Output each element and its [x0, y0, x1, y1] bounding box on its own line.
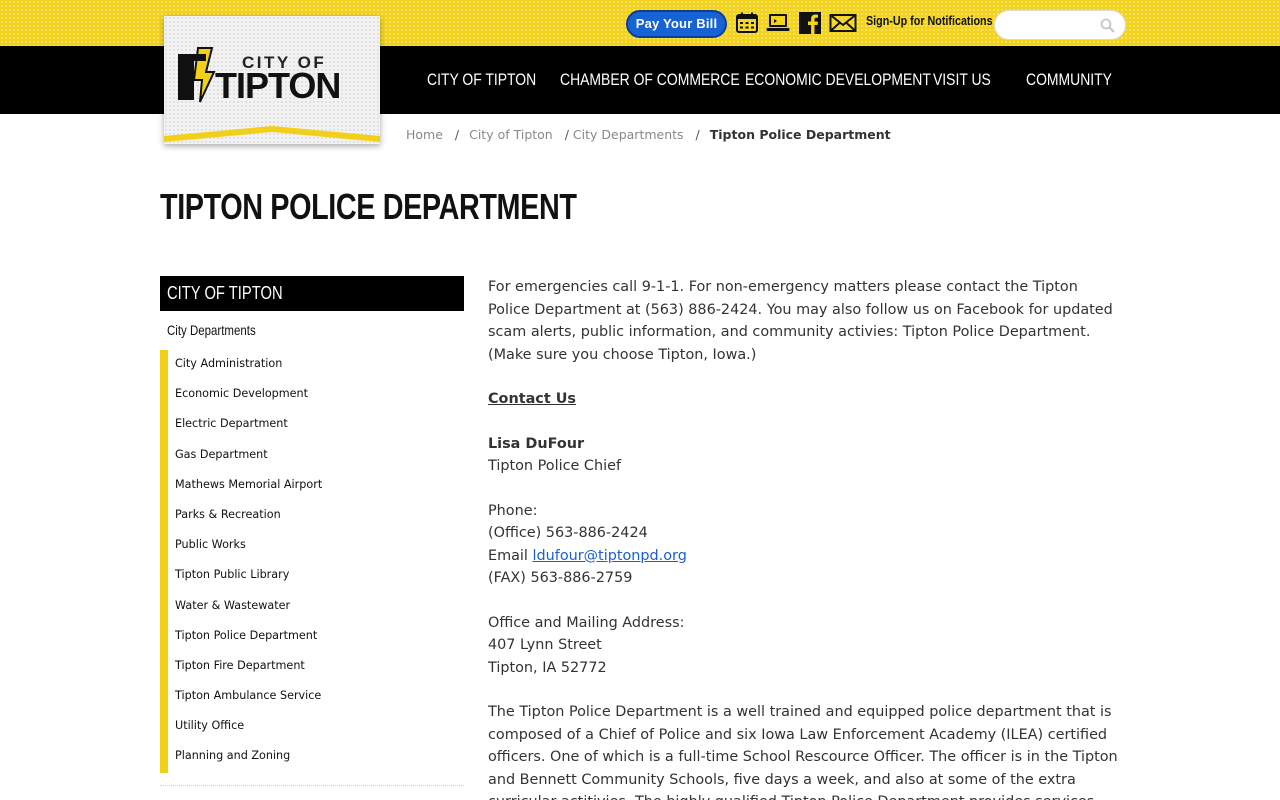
address-label: Office and Mailing Address:: [488, 614, 685, 631]
notifications-link[interactable]: Sign-Up for Notifications: [866, 14, 993, 28]
laptop-icon[interactable]: [766, 12, 790, 34]
site-logo[interactable]: CITY OF TIPTON: [164, 16, 380, 144]
calendar-icon[interactable]: [735, 12, 759, 34]
chief-name: Lisa DuFour: [488, 435, 585, 452]
breadcrumb-home[interactable]: Home: [406, 127, 443, 142]
sidebar-item-water-wastewater[interactable]: Water & Wastewater: [175, 592, 464, 622]
sidebar-item-public-works[interactable]: Public Works: [175, 531, 464, 561]
nav-visit-us[interactable]: Visit Us: [933, 70, 991, 90]
breadcrumb: Home / City of Tipton / City Departments…: [406, 127, 891, 142]
facebook-icon[interactable]: [798, 12, 822, 34]
envelope-icon[interactable]: [829, 12, 857, 34]
breadcrumb-current: Tipton Police Department: [709, 127, 891, 142]
phone-label: Phone:: [488, 502, 538, 519]
search-input[interactable]: [1003, 16, 1099, 34]
nav-city-of-tipton[interactable]: City of Tipton: [427, 70, 536, 90]
sidebar-item-city-administration[interactable]: City Administration: [175, 350, 464, 380]
nav-community[interactable]: Community: [1026, 70, 1112, 90]
page-title: Tipton Police Department: [160, 186, 577, 227]
sidebar-item-parks-recreation[interactable]: Parks & Recreation: [175, 501, 464, 531]
sidebar-item-fire-department[interactable]: Tipton Fire Department: [175, 652, 464, 682]
main-content: For emergencies call 9-1-1. For non-emer…: [488, 276, 1124, 800]
search-box[interactable]: [994, 10, 1126, 40]
email-link[interactable]: ldufour@tiptonpd.org: [533, 548, 687, 564]
sidebar-item-ambulance-service[interactable]: Tipton Ambulance Service: [175, 682, 464, 712]
sidebar-item-gas-department[interactable]: Gas Department: [175, 441, 464, 471]
chief-title: Tipton Police Chief: [488, 458, 622, 474]
nav-economic-development[interactable]: Economic Development: [745, 70, 931, 90]
intro-paragraph: For emergencies call 9-1-1. For non-emer…: [488, 279, 1113, 363]
tipton-logo-icon: CITY OF TIPTON: [164, 47, 380, 142]
sidebar-menu: City Administration Economic Development…: [175, 350, 464, 773]
pay-bill-button[interactable]: Pay Your Bill: [626, 10, 727, 38]
sidebar-divider: [160, 785, 464, 786]
sidebar-heading-label: City of Tipton: [167, 283, 283, 303]
description-paragraph: The Tipton Police Department is a well t…: [488, 704, 1118, 800]
sidebar-item-police-department[interactable]: Tipton Police Department: [175, 622, 464, 652]
office-phone: (Office) 563-886-2424: [488, 525, 648, 541]
address-street: 407 Lynn Street: [488, 637, 602, 653]
email-label: Email: [488, 547, 533, 564]
sidebar-item-public-library[interactable]: Tipton Public Library: [175, 561, 464, 591]
sidebar-item-economic-development[interactable]: Economic Development: [175, 380, 464, 410]
breadcrumb-separator: /: [454, 127, 460, 142]
email-line: Email ldufour@tiptonpd.org: [488, 545, 1124, 568]
address-city: Tipton, IA 52772: [488, 659, 607, 676]
search-icon[interactable]: [1100, 18, 1115, 33]
fax-number: (FAX) 563-886-2759: [488, 570, 633, 586]
nav-chamber-of-commerce[interactable]: Chamber of Commerce: [560, 70, 740, 90]
contact-heading: Contact Us: [488, 391, 576, 407]
sidebar-accent-bar: [160, 350, 168, 773]
breadcrumb-departments[interactable]: City Departments: [573, 127, 684, 142]
sidebar-item-planning-zoning[interactable]: Planning and Zoning: [175, 742, 464, 772]
sidebar-item-utility-office[interactable]: Utility Office: [175, 712, 464, 742]
sidebar-subheading[interactable]: City Departments: [167, 322, 256, 338]
sidebar-heading[interactable]: City of Tipton: [160, 276, 464, 311]
breadcrumb-separator: /: [695, 127, 700, 142]
breadcrumb-city[interactable]: City of Tipton: [469, 127, 553, 142]
sidebar-item-mathews-memorial-airport[interactable]: Mathews Memorial Airport: [175, 471, 464, 501]
sidebar-item-electric-department[interactable]: Electric Department: [175, 410, 464, 440]
breadcrumb-separator: /: [564, 127, 569, 142]
svg-text:TIPTON: TIPTON: [215, 65, 340, 106]
